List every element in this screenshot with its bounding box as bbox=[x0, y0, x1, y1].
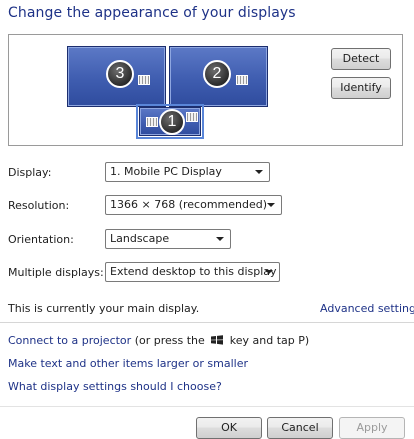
monitor-1[interactable]: 1 bbox=[136, 104, 204, 139]
monitor-number-badge: 3 bbox=[106, 60, 134, 88]
page-title: Change the appearance of your displays bbox=[8, 5, 296, 21]
monitor-number-badge: 2 bbox=[203, 60, 231, 88]
chevron-down-icon bbox=[216, 237, 224, 241]
chevron-down-icon bbox=[265, 270, 273, 274]
display-label: Display: bbox=[8, 166, 52, 179]
display-settings-help-link[interactable]: What display settings should I choose? bbox=[8, 380, 222, 393]
monitor-2[interactable]: 2 bbox=[169, 46, 268, 107]
detect-button[interactable]: Detect bbox=[331, 48, 391, 70]
orientation-label: Orientation: bbox=[8, 233, 74, 246]
monitor-icon bbox=[186, 112, 198, 122]
advanced-settings-link[interactable]: Advanced settings bbox=[320, 302, 414, 315]
resolution-label: Resolution: bbox=[8, 199, 70, 212]
apply-button[interactable]: Apply bbox=[339, 417, 405, 439]
chevron-down-icon bbox=[255, 170, 263, 174]
monitor-icon bbox=[236, 75, 248, 85]
orientation-select[interactable]: Landscape bbox=[105, 229, 231, 249]
projector-hint-before: (or press the bbox=[134, 334, 205, 347]
connect-projector-link[interactable]: Connect to a projector bbox=[8, 334, 131, 347]
resolution-select[interactable]: 1366 × 768 (recommended) bbox=[105, 195, 282, 215]
identify-button[interactable]: Identify bbox=[331, 77, 391, 99]
ok-button[interactable]: OK bbox=[196, 417, 262, 439]
footer-divider bbox=[0, 406, 414, 407]
projector-hint-after: key and tap P) bbox=[229, 334, 310, 347]
display-select[interactable]: 1. Mobile PC Display bbox=[105, 162, 270, 182]
monitor-number-badge: 1 bbox=[159, 109, 185, 135]
multiple-displays-label: Multiple displays: bbox=[8, 266, 104, 279]
text-size-link[interactable]: Make text and other items larger or smal… bbox=[8, 357, 248, 370]
display-arrangement-area[interactable]: 3 2 1 Detect Identify bbox=[8, 34, 403, 146]
main-display-status: This is currently your main display. bbox=[8, 302, 200, 315]
cancel-button[interactable]: Cancel bbox=[267, 417, 333, 439]
multiple-displays-select[interactable]: Extend desktop to this display bbox=[105, 262, 280, 282]
windows-key-icon bbox=[211, 335, 224, 345]
monitor-icon bbox=[146, 117, 158, 127]
monitor-icon bbox=[138, 75, 150, 85]
projector-line: Connect to a projector (or press the key… bbox=[8, 334, 309, 347]
chevron-down-icon bbox=[267, 203, 275, 207]
divider bbox=[0, 322, 414, 323]
monitor-3[interactable]: 3 bbox=[67, 46, 166, 107]
